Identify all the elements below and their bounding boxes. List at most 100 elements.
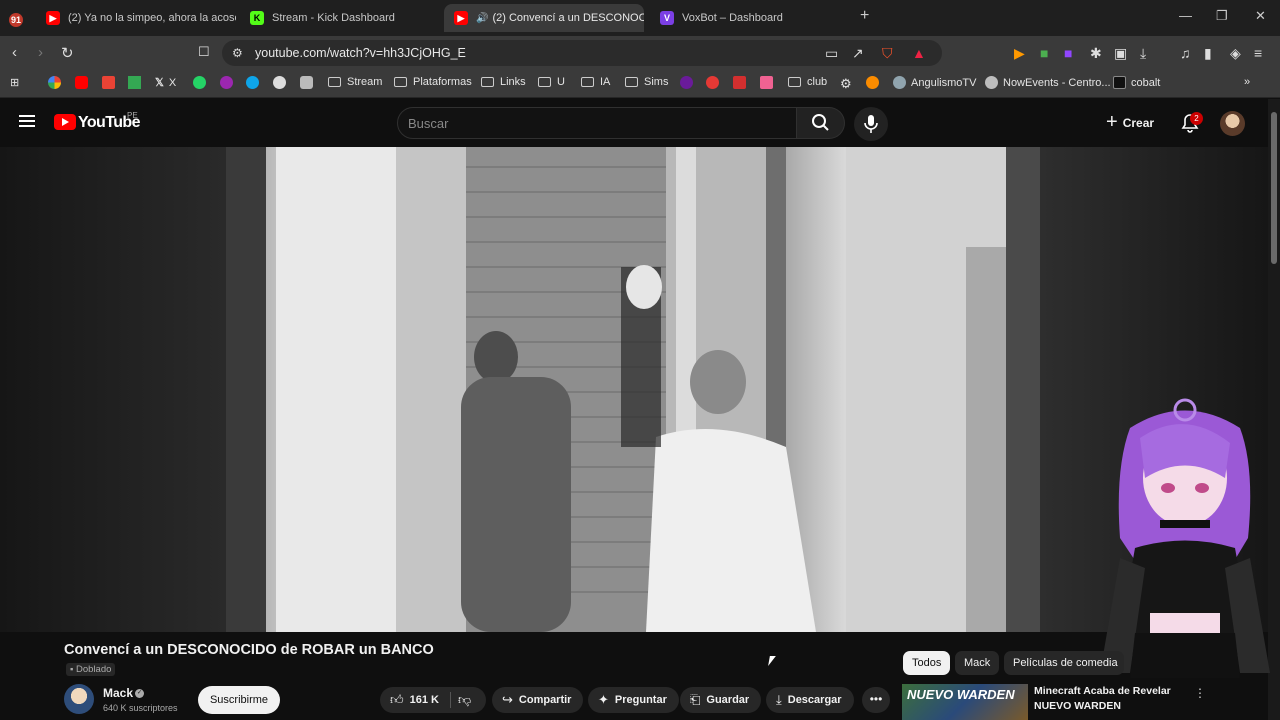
bookmark-pink[interactable] xyxy=(760,76,778,89)
minimize-icon[interactable]: — xyxy=(1179,8,1192,23)
bookmark-folder-sims[interactable]: Sims xyxy=(625,76,668,88)
bookmark-label: Plataformas xyxy=(413,76,472,88)
new-tab-icon[interactable]: + xyxy=(860,7,869,25)
notification-badge: 2 xyxy=(1190,112,1203,125)
twitch-extension-icon[interactable]: ■ xyxy=(1064,45,1072,61)
subscriber-count: 640 K suscriptores xyxy=(103,703,178,713)
bookmark-label: club xyxy=(807,76,828,88)
sparkle-icon: ✦ xyxy=(598,692,609,707)
download-label: Descargar xyxy=(787,694,842,706)
screenshot-icon[interactable]: ▣ xyxy=(1114,45,1127,62)
tab-voxbot[interactable]: V VoxBot – Dashboard xyxy=(650,4,850,32)
bookmark-purple[interactable] xyxy=(680,76,698,89)
chip-all[interactable]: Todos xyxy=(903,651,951,675)
bookmark-gear[interactable]: ⚙ xyxy=(840,76,852,92)
browser-profile-icon[interactable]: 91 xyxy=(4,6,28,34)
bookmark-gmail[interactable] xyxy=(102,76,120,89)
extensions-icon[interactable]: ✱ xyxy=(1090,45,1102,62)
bookmark-heart[interactable] xyxy=(706,76,724,89)
youtube-logo-icon[interactable] xyxy=(54,114,76,130)
bookmark-orange[interactable] xyxy=(866,76,884,89)
bookmark-icon[interactable]: ☐ xyxy=(198,44,210,60)
bookmark-openai[interactable] xyxy=(300,76,318,89)
channel-avatar[interactable] xyxy=(64,684,94,714)
bookmark-whatsapp[interactable] xyxy=(193,76,211,89)
search-input[interactable] xyxy=(398,108,796,138)
voice-search-button[interactable] xyxy=(854,107,888,141)
menu-icon[interactable]: ≡ xyxy=(1254,45,1262,61)
subscribe-button[interactable]: Suscribirme xyxy=(198,686,280,714)
brave-rewards-icon[interactable]: ▲ xyxy=(912,45,926,61)
bookmark-edge[interactable] xyxy=(246,76,264,89)
chip-comedy-movies[interactable]: Películas de comedia xyxy=(1004,651,1124,675)
like-button[interactable]: 👍︎ 161 K xyxy=(380,687,451,713)
more-actions-button[interactable]: ••• xyxy=(862,687,890,713)
recommendation-thumbnail[interactable]: NUEVO WARDEN xyxy=(902,684,1028,720)
dislike-button[interactable]: 👎︎ xyxy=(450,687,479,713)
save-button[interactable]: ⎗ Guardar xyxy=(680,687,762,713)
reload-icon[interactable]: ↻ xyxy=(61,44,74,62)
apps-icon[interactable]: ⊞ xyxy=(10,76,19,89)
scrollbar-thumb[interactable] xyxy=(1271,112,1277,264)
window-close-icon[interactable]: ✕ xyxy=(1255,8,1266,24)
url-text[interactable]: youtube.com/watch?v=hh3JCjOHG_E xyxy=(255,46,466,60)
bookmark-nowevents[interactable]: NowEvents - Centro... xyxy=(985,76,1111,89)
download-button[interactable]: ⤓ Descargar xyxy=(766,687,854,713)
bookmark-red[interactable] xyxy=(733,76,751,89)
bookmark-label: X xyxy=(168,76,177,89)
save-label: Guardar xyxy=(706,694,750,706)
bookmark-app[interactable] xyxy=(220,76,238,89)
tab-title: VoxBot – Dashboard xyxy=(682,12,783,24)
tab-youtube-active[interactable]: ▶ 🔊 (2) Convencí a un DESCONOC ✕ xyxy=(444,4,644,32)
ask-label: Preguntar xyxy=(614,694,667,706)
bookmark-x[interactable]: 𝕏X xyxy=(155,76,177,90)
restore-icon[interactable]: ❐ xyxy=(1216,8,1228,24)
download-icon[interactable]: ⤓ xyxy=(1140,45,1146,62)
bookmarks-overflow-icon[interactable]: » xyxy=(1244,76,1250,88)
cast-icon[interactable]: ▭ xyxy=(825,45,838,62)
share-button[interactable]: ↪ Compartir xyxy=(492,687,584,713)
bookmark-save-icon: ⎗ xyxy=(690,692,701,707)
folder-icon xyxy=(581,77,594,87)
recommendation-title[interactable]: Minecraft Acaba de Revelar NUEVO WARDEN xyxy=(1034,684,1184,714)
vpn-icon[interactable]: ◈ xyxy=(1230,45,1241,62)
account-avatar[interactable] xyxy=(1220,111,1245,136)
guide-menu-icon[interactable] xyxy=(19,115,35,127)
folder-icon xyxy=(394,77,407,87)
voxbot-favicon-icon: V xyxy=(660,11,674,25)
search-box[interactable] xyxy=(397,107,797,139)
tab-youtube-1[interactable]: ▶ (2) Ya no la simpeo, ahora la acoso. C xyxy=(36,4,236,32)
recommendation-menu-icon[interactable]: ⋮ xyxy=(1194,686,1206,700)
ask-button[interactable]: ✦ Preguntar xyxy=(588,687,679,713)
bookmark-folder-u[interactable]: U xyxy=(538,76,565,88)
sidebar-icon[interactable]: ▮ xyxy=(1204,45,1212,62)
media-icon[interactable]: ♫ xyxy=(1180,45,1191,61)
create-button[interactable]: + Crear xyxy=(1106,111,1154,135)
tab-kick-dashboard[interactable]: K Stream - Kick Dashboard xyxy=(240,4,440,32)
video-frame xyxy=(226,147,1040,632)
extension-icon[interactable]: ■ xyxy=(1040,45,1048,61)
forward-icon[interactable]: › xyxy=(38,44,43,61)
bookmark-drive[interactable] xyxy=(128,76,146,89)
channel-name[interactable]: Mack xyxy=(103,686,133,700)
video-player[interactable] xyxy=(0,147,1268,632)
site-info-icon[interactable]: ⚙ xyxy=(232,46,243,60)
bookmark-folder-ia[interactable]: IA xyxy=(581,76,610,88)
bookmark-angulismo[interactable]: AngulismoTV xyxy=(893,76,976,89)
bookmark-cobalt[interactable]: cobalt xyxy=(1113,76,1160,89)
bookmark-label: Sims xyxy=(644,76,669,88)
bookmark-google[interactable] xyxy=(48,76,66,89)
brave-shield-icon[interactable]: ⛉ xyxy=(882,45,893,62)
back-icon[interactable]: ‹ xyxy=(12,44,17,61)
bookmark-folder-stream[interactable]: Stream xyxy=(328,76,382,88)
mouse-cursor-icon xyxy=(768,656,776,666)
bookmark-folder-links[interactable]: Links xyxy=(481,76,526,88)
bookmark-youtube[interactable] xyxy=(75,76,93,89)
play-extension-icon[interactable]: ▶ xyxy=(1014,45,1025,62)
bookmark-folder-plataformas[interactable]: Plataformas xyxy=(394,76,472,88)
bookmark-folder-club[interactable]: club xyxy=(788,76,827,88)
search-button[interactable] xyxy=(797,107,845,139)
share-icon[interactable]: ↗ xyxy=(852,45,864,62)
bookmark-github[interactable] xyxy=(273,76,291,89)
chip-mack[interactable]: Mack xyxy=(955,651,1000,675)
